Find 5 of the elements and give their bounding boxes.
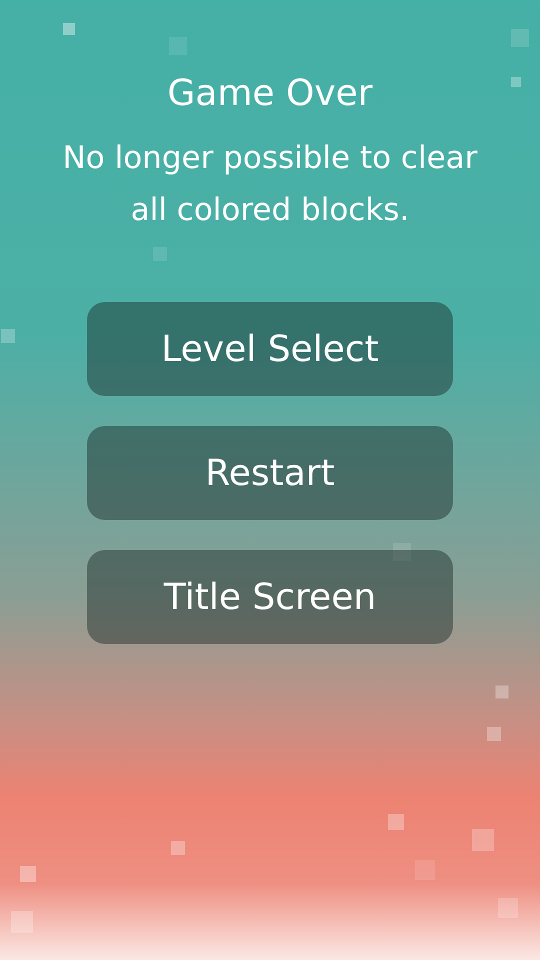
menu-button[interactable]: Title Screen: [87, 550, 453, 644]
menu-button[interactable]: Level Select: [87, 302, 453, 396]
menu-button[interactable]: Restart: [87, 426, 453, 520]
game-over-title: Game Over: [167, 72, 373, 116]
game-over-message: No longer possible to clear all colored blocks.: [62, 139, 478, 230]
